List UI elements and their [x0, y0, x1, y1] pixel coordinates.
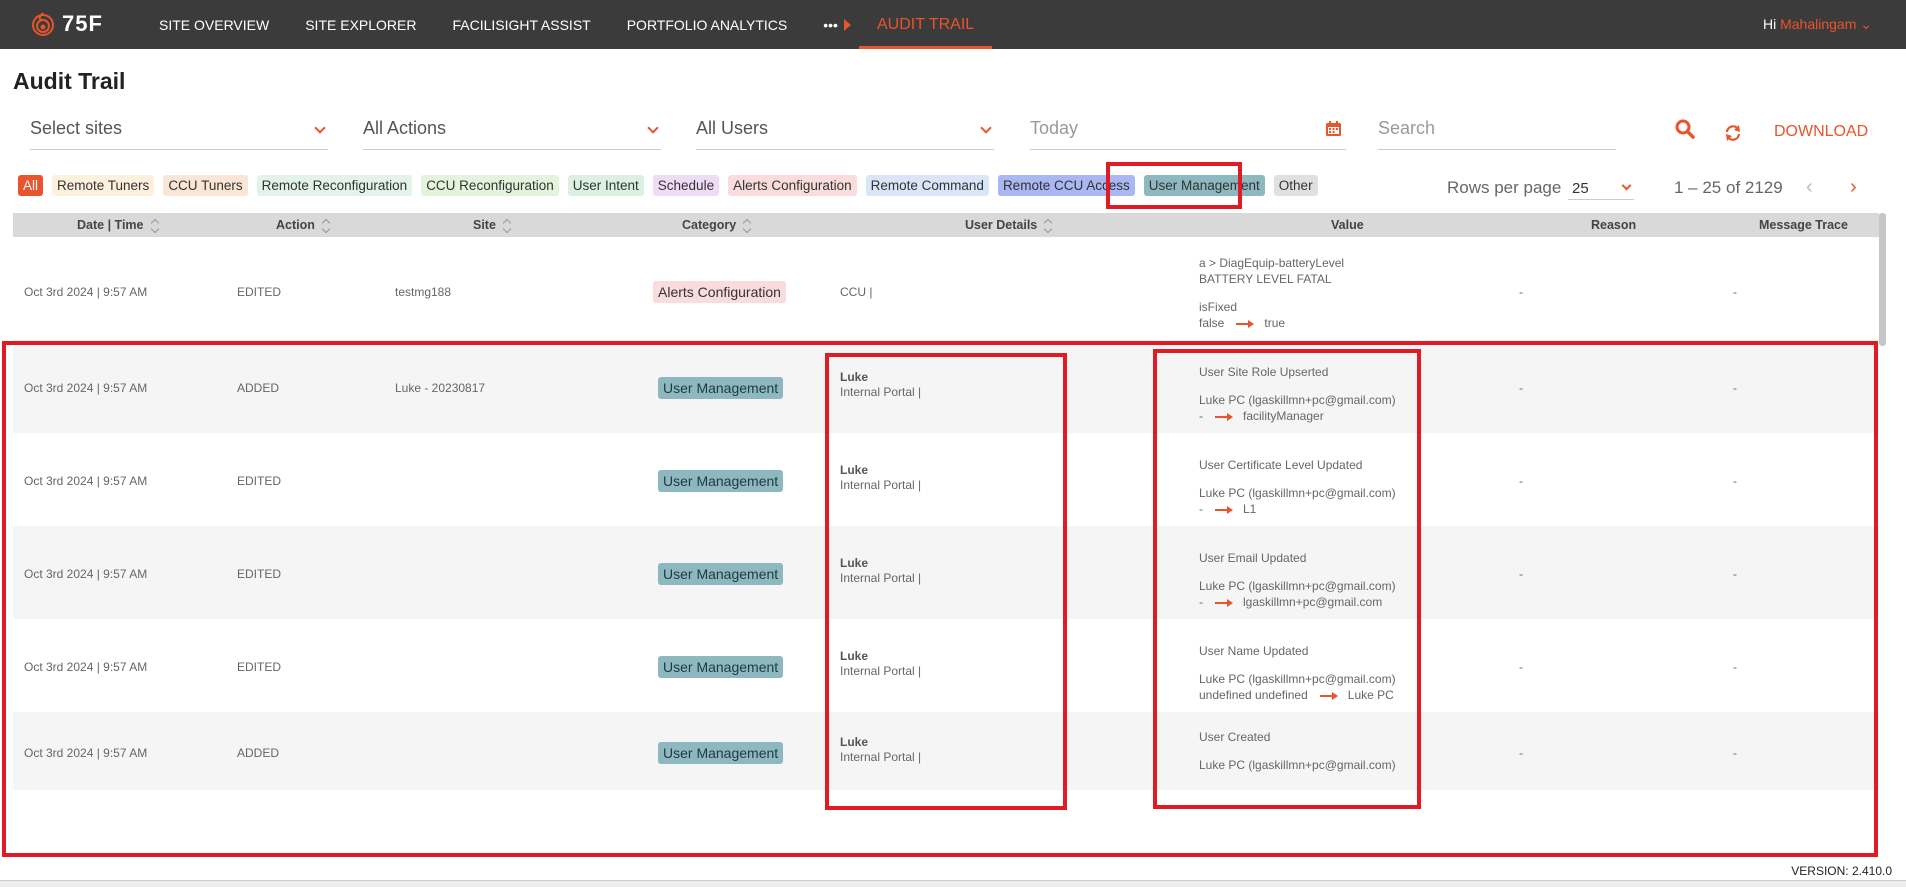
- col-category-label: Category: [682, 218, 737, 232]
- user-name: Mahalingam: [1780, 16, 1857, 32]
- download-button[interactable]: DOWNLOAD: [1774, 123, 1868, 141]
- page-title: Audit Trail: [13, 68, 126, 94]
- col-message-trace: Message Trace: [1759, 218, 1848, 232]
- col-user-details[interactable]: User Details: [965, 218, 1053, 232]
- col-site-label: Site: [473, 218, 496, 232]
- col-site[interactable]: Site: [473, 218, 512, 232]
- main-nav: SITE OVERVIEW SITE EXPLORER FACILISIGHT …: [159, 0, 993, 49]
- search-placeholder: Search: [1378, 118, 1436, 138]
- col-user-details-label: User Details: [965, 218, 1038, 232]
- chip-all[interactable]: All: [18, 174, 44, 196]
- table-header: Date | Time Action Site Category User De…: [13, 213, 1879, 237]
- row-trace: -: [1733, 285, 1737, 299]
- chevron-down-icon: [1621, 180, 1632, 191]
- table-scrollbar[interactable]: [1879, 213, 1886, 346]
- row-date: Oct 3rd 2024 | 9:57 AM: [24, 285, 148, 299]
- nav-site-explorer[interactable]: SITE EXPLORER: [305, 17, 416, 33]
- date-field[interactable]: Today: [1030, 116, 1346, 150]
- nav-scroll-arrow-icon[interactable]: [843, 18, 851, 31]
- highlight-box-user-details: [825, 353, 1067, 810]
- rows-per-page-select[interactable]: 25: [1568, 178, 1634, 200]
- sort-icon[interactable]: [504, 220, 512, 232]
- sort-icon[interactable]: [323, 220, 331, 232]
- value-field: isFixed: [1199, 300, 1238, 314]
- value-title: a > DiagEquip-batteryLevel: [1199, 256, 1345, 270]
- more-nav-icon[interactable]: •••: [823, 17, 838, 33]
- highlight-box-value: [1153, 349, 1421, 809]
- rows-per-page-label: Rows per page: [1447, 178, 1562, 197]
- sort-icon[interactable]: [152, 220, 160, 232]
- chip-other[interactable]: Other: [1273, 174, 1318, 196]
- logo-text: 75F: [62, 11, 103, 36]
- chevron-down-icon: [647, 122, 659, 134]
- arrow-right-icon: [1236, 319, 1255, 328]
- users-select-value: All Users: [696, 118, 769, 138]
- chevron-down-icon: [980, 122, 992, 134]
- prev-page-icon[interactable]: ‹: [1806, 176, 1813, 199]
- category-badge: Alerts Configuration: [653, 281, 786, 303]
- refresh-icon[interactable]: [1724, 124, 1742, 142]
- nav-portfolio-analytics[interactable]: PORTFOLIO ANALYTICS: [627, 17, 788, 33]
- sites-select-value: Select sites: [30, 118, 123, 138]
- highlight-box-chip: [1106, 162, 1242, 209]
- sort-icon[interactable]: [744, 220, 752, 232]
- chip-alerts-configuration[interactable]: Alerts Configuration: [728, 174, 857, 196]
- col-action-label: Action: [276, 218, 315, 232]
- chip-ccu-tuners[interactable]: CCU Tuners: [163, 174, 248, 196]
- chip-remote-command[interactable]: Remote Command: [865, 174, 989, 196]
- version-label: VERSION: 2.410.0: [1791, 864, 1892, 878]
- users-select[interactable]: All Users: [696, 116, 994, 150]
- actions-select-value: All Actions: [363, 118, 447, 138]
- value-detail: BATTERY LEVEL FATAL: [1199, 272, 1332, 286]
- row-reason: -: [1519, 285, 1523, 299]
- col-reason: Reason: [1591, 218, 1637, 232]
- col-category[interactable]: Category: [682, 218, 752, 232]
- greeting: Hi: [1762, 16, 1777, 32]
- chip-user-intent[interactable]: User Intent: [567, 174, 644, 196]
- table-row[interactable]: Oct 3rd 2024 | 9:57 AM EDITED testmg188 …: [13, 237, 1879, 340]
- search-icon[interactable]: [1675, 119, 1695, 139]
- flame-logo-icon: [32, 12, 54, 36]
- search-input[interactable]: Search: [1378, 116, 1616, 150]
- nav-audit-trail[interactable]: AUDIT TRAIL: [858, 0, 993, 49]
- user-details: CCU |: [840, 285, 872, 300]
- nav-site-overview[interactable]: SITE OVERVIEW: [159, 17, 269, 33]
- col-date[interactable]: Date | Time: [77, 218, 160, 232]
- col-value: Value: [1331, 218, 1364, 232]
- sort-icon[interactable]: [1045, 220, 1053, 232]
- nav-facilisight-assist[interactable]: FACILISIGHT ASSIST: [452, 17, 590, 33]
- next-page-icon[interactable]: ›: [1850, 176, 1857, 199]
- user-source: CCU |: [840, 285, 873, 299]
- chip-remote-tuners[interactable]: Remote Tuners: [52, 174, 155, 196]
- chevron-down-icon: ⌄: [1860, 16, 1872, 32]
- row-action: EDITED: [237, 285, 282, 299]
- chip-ccu-reconfiguration[interactable]: CCU Reconfiguration: [421, 174, 559, 196]
- calendar-icon[interactable]: [1325, 120, 1342, 137]
- top-nav-bar: 75F SITE OVERVIEW SITE EXPLORER FACILISI…: [0, 0, 1906, 49]
- bottom-divider: [0, 880, 1906, 887]
- actions-select[interactable]: All Actions: [363, 116, 661, 150]
- row-site: testmg188: [395, 285, 452, 299]
- user-menu[interactable]: Hi Mahalingam ⌄: [1763, 16, 1872, 33]
- value-cell: a > DiagEquip-batteryLevel BATTERY LEVEL…: [1199, 255, 1344, 331]
- chip-remote-reconfiguration[interactable]: Remote Reconfiguration: [256, 174, 413, 196]
- col-action[interactable]: Action: [276, 218, 331, 232]
- chip-schedule[interactable]: Schedule: [652, 174, 720, 196]
- date-field-value: Today: [1030, 118, 1079, 138]
- page-range: 1 – 25 of 2129: [1674, 178, 1783, 197]
- value-from: false: [1199, 316, 1225, 330]
- logo[interactable]: 75F: [30, 11, 103, 37]
- rows-per-page-value: 25: [1572, 180, 1589, 197]
- col-date-label: Date | Time: [77, 218, 144, 232]
- sites-select[interactable]: Select sites: [30, 116, 328, 150]
- chevron-down-icon: [314, 122, 326, 134]
- value-to: true: [1264, 316, 1286, 330]
